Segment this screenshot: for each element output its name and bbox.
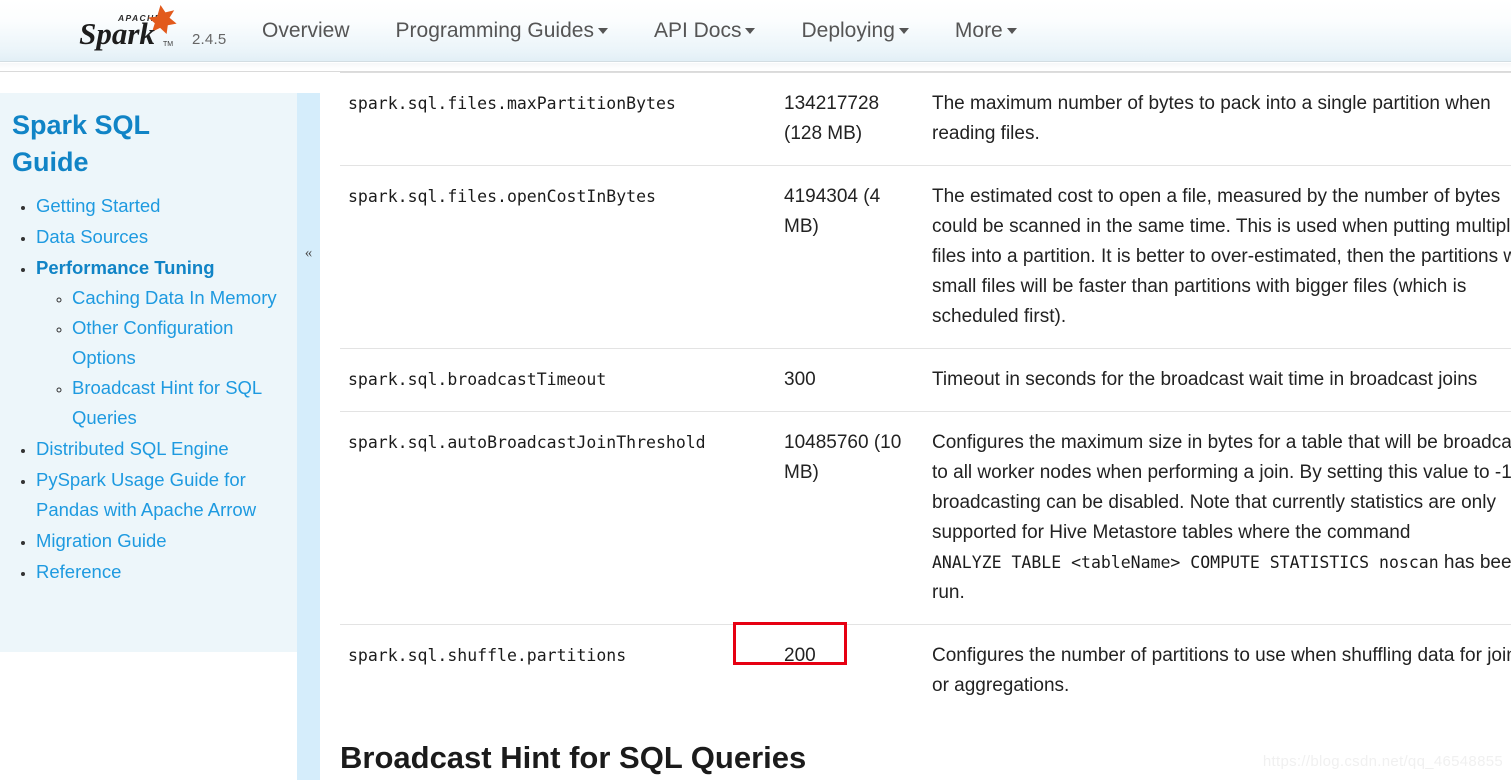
sidebar-link-reference[interactable]: Reference [36,561,121,582]
table-cell-meaning: The maximum number of bytes to pack into… [924,72,1511,166]
table-cell-default: 134217728 (128 MB) [776,72,924,166]
table-row: spark.sql.shuffle.partitions 200 Configu… [340,624,1511,717]
navbar-shadow [0,63,1511,72]
table-cell-meaning: The estimated cost to open a file, measu… [924,165,1511,349]
sidebar-item-broadcast-hint-for-sql-queries[interactable]: Broadcast Hint for SQL Queries [72,373,279,433]
chevron-down-icon [1006,28,1017,34]
sidebar-item-getting-started[interactable]: Getting Started [36,191,279,221]
configuration-table: spark.sql.files.maxPartitionBytes 134217… [340,72,1511,717]
sidebar-link-other-configuration-options[interactable]: Other Configuration Options [72,317,233,368]
chevron-down-icon [597,28,608,34]
table-cell-property: spark.sql.autoBroadcastJoinThreshold [340,411,776,625]
sidebar-item-other-configuration-options[interactable]: Other Configuration Options [72,313,279,373]
sidebar-item-migration-guide[interactable]: Migration Guide [36,526,279,556]
page-root: APACHE Spark TM 2.4.5 Overview Programmi… [0,0,1511,780]
table-cell-property: spark.sql.broadcastTimeout [340,348,776,412]
sidebar-link-performance-tuning[interactable]: Performance Tuning [36,257,215,278]
sidebar-title: Spark SQL Guide [12,110,150,177]
table-row: spark.sql.files.maxPartitionBytes 134217… [340,72,1511,166]
nav-item-api-docs[interactable]: API Docs [631,19,779,43]
nav-item-programming-guides-label: Programming Guides [395,19,594,42]
chevron-down-icon [745,28,756,34]
spark-version-label: 2.4.5 [192,31,227,48]
chevron-down-icon [898,28,909,34]
table-cell-default: 10485760 (10 MB) [776,411,924,625]
table-cell-default: 300 [776,348,924,412]
sidebar-link-broadcast-hint-for-sql-queries[interactable]: Broadcast Hint for SQL Queries [72,377,262,428]
table-cell-default: 200 [776,624,924,717]
table-cell-property: spark.sql.files.openCostInBytes [340,165,776,349]
table-row: spark.sql.files.openCostInBytes 4194304 … [340,165,1511,349]
sidebar-sublist-performance-tuning: Caching Data In Memory Other Configurati… [36,283,279,433]
sidebar-item-distributed-sql-engine[interactable]: Distributed SQL Engine [36,434,279,464]
navbar-links: Overview Programming Guides API Docs Dep… [262,0,1040,62]
sidebar-link-caching-data-in-memory[interactable]: Caching Data In Memory [72,287,277,308]
page-section-heading: Broadcast Hint for SQL Queries [340,740,807,775]
top-navbar: APACHE Spark TM 2.4.5 Overview Programmi… [0,0,1511,62]
sidebar-link-getting-started[interactable]: Getting Started [36,195,160,216]
spark-logo-link[interactable]: APACHE Spark TM 2.4.5 [78,2,226,54]
meaning-inline-code: ANALYZE TABLE <tableName> COMPUTE STATIS… [932,553,1439,572]
meaning-text-part1: Configures the maximum size in bytes for… [932,432,1511,543]
sidebar-link-data-sources[interactable]: Data Sources [36,226,148,247]
sidebar-item-pyspark-usage-guide[interactable]: PySpark Usage Guide for Pandas with Apac… [36,465,279,525]
sidebar-link-pyspark-usage-guide[interactable]: PySpark Usage Guide for Pandas with Apac… [36,469,256,520]
table-row: spark.sql.autoBroadcastJoinThreshold 104… [340,411,1511,625]
nav-item-overview[interactable]: Overview [262,19,373,43]
watermark-text: https://blog.csdn.net/qq_46548855 [1262,753,1503,770]
sidebar-item-data-sources[interactable]: Data Sources [36,222,279,252]
apache-spark-logo-icon: APACHE Spark TM [78,4,186,54]
main-content: spark.sql.files.maxPartitionBytes 134217… [340,72,1511,780]
svg-text:Spark: Spark [79,16,155,51]
sidebar-collapse-handle[interactable]: « [297,93,320,780]
sidebar-link-migration-guide[interactable]: Migration Guide [36,530,167,551]
table-cell-meaning: Configures the number of partitions to u… [924,624,1511,717]
nav-item-more[interactable]: More [932,19,1040,43]
table-row: spark.sql.broadcastTimeout 300 Timeout i… [340,348,1511,412]
sidebar-item-caching-data-in-memory[interactable]: Caching Data In Memory [72,283,279,313]
nav-item-api-docs-label: API Docs [653,19,742,42]
table-cell-property: spark.sql.shuffle.partitions [340,624,776,717]
sidebar-link-distributed-sql-engine[interactable]: Distributed SQL Engine [36,438,229,459]
nav-item-deploying-label: Deploying [801,19,895,42]
table-cell-meaning: Timeout in seconds for the broadcast wai… [924,348,1511,412]
table-cell-property: spark.sql.files.maxPartitionBytes [340,72,776,166]
nav-item-programming-guides[interactable]: Programming Guides [373,19,631,43]
sidebar-nav-list: Getting Started Data Sources Performance… [12,191,279,587]
sidebar: Spark SQL Guide Getting Started Data Sou… [0,93,297,652]
chevron-double-left-icon: « [304,245,313,261]
sidebar-item-performance-tuning[interactable]: Performance Tuning Caching Data In Memor… [36,253,279,433]
nav-item-deploying[interactable]: Deploying [778,19,931,43]
table-cell-meaning: Configures the maximum size in bytes for… [924,411,1511,625]
sidebar-item-reference[interactable]: Reference [36,557,279,587]
svg-text:TM: TM [163,41,173,48]
nav-item-overview-label: Overview [262,19,350,42]
nav-item-more-label: More [954,19,1003,42]
table-cell-default: 4194304 (4 MB) [776,165,924,349]
